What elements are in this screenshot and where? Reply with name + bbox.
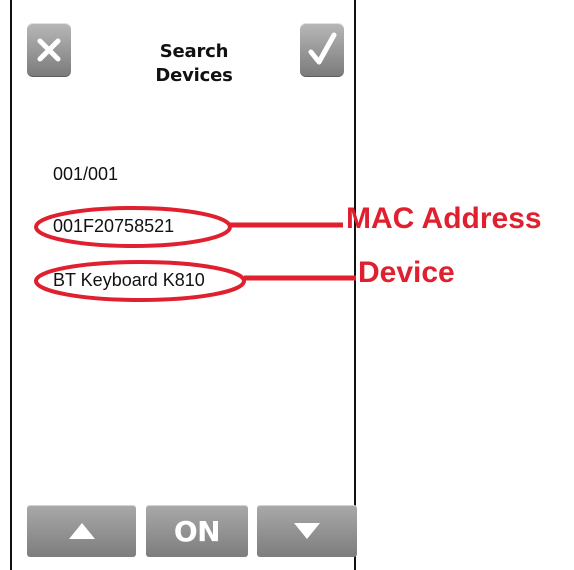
page-title-line1: Search bbox=[159, 41, 229, 62]
cancel-button[interactable] bbox=[27, 23, 71, 77]
device-label: Device bbox=[358, 256, 455, 289]
page-counter: 001/001 bbox=[53, 164, 119, 184]
page-title: Search Devices bbox=[104, 40, 284, 88]
confirm-button[interactable] bbox=[300, 23, 344, 77]
mac-address-label: MAC Address bbox=[346, 202, 542, 235]
list-item-device-name[interactable]: BT Keyboard K810 bbox=[53, 270, 205, 291]
checkmark-icon bbox=[308, 32, 337, 65]
scroll-down-button[interactable] bbox=[257, 505, 357, 557]
toggle-on-button[interactable]: ON bbox=[146, 505, 248, 557]
list-item-mac-address[interactable]: 001F20758521 bbox=[53, 216, 174, 237]
scroll-up-button[interactable] bbox=[27, 505, 136, 557]
arrow-down-icon bbox=[294, 523, 320, 539]
arrow-up-icon bbox=[68, 523, 95, 539]
toggle-label: ON bbox=[173, 514, 221, 548]
page-title-line2: Devices bbox=[155, 65, 233, 86]
close-icon bbox=[37, 38, 61, 62]
device-screen: Search Devices 001/001 001F20758521 BT K… bbox=[10, 0, 357, 570]
